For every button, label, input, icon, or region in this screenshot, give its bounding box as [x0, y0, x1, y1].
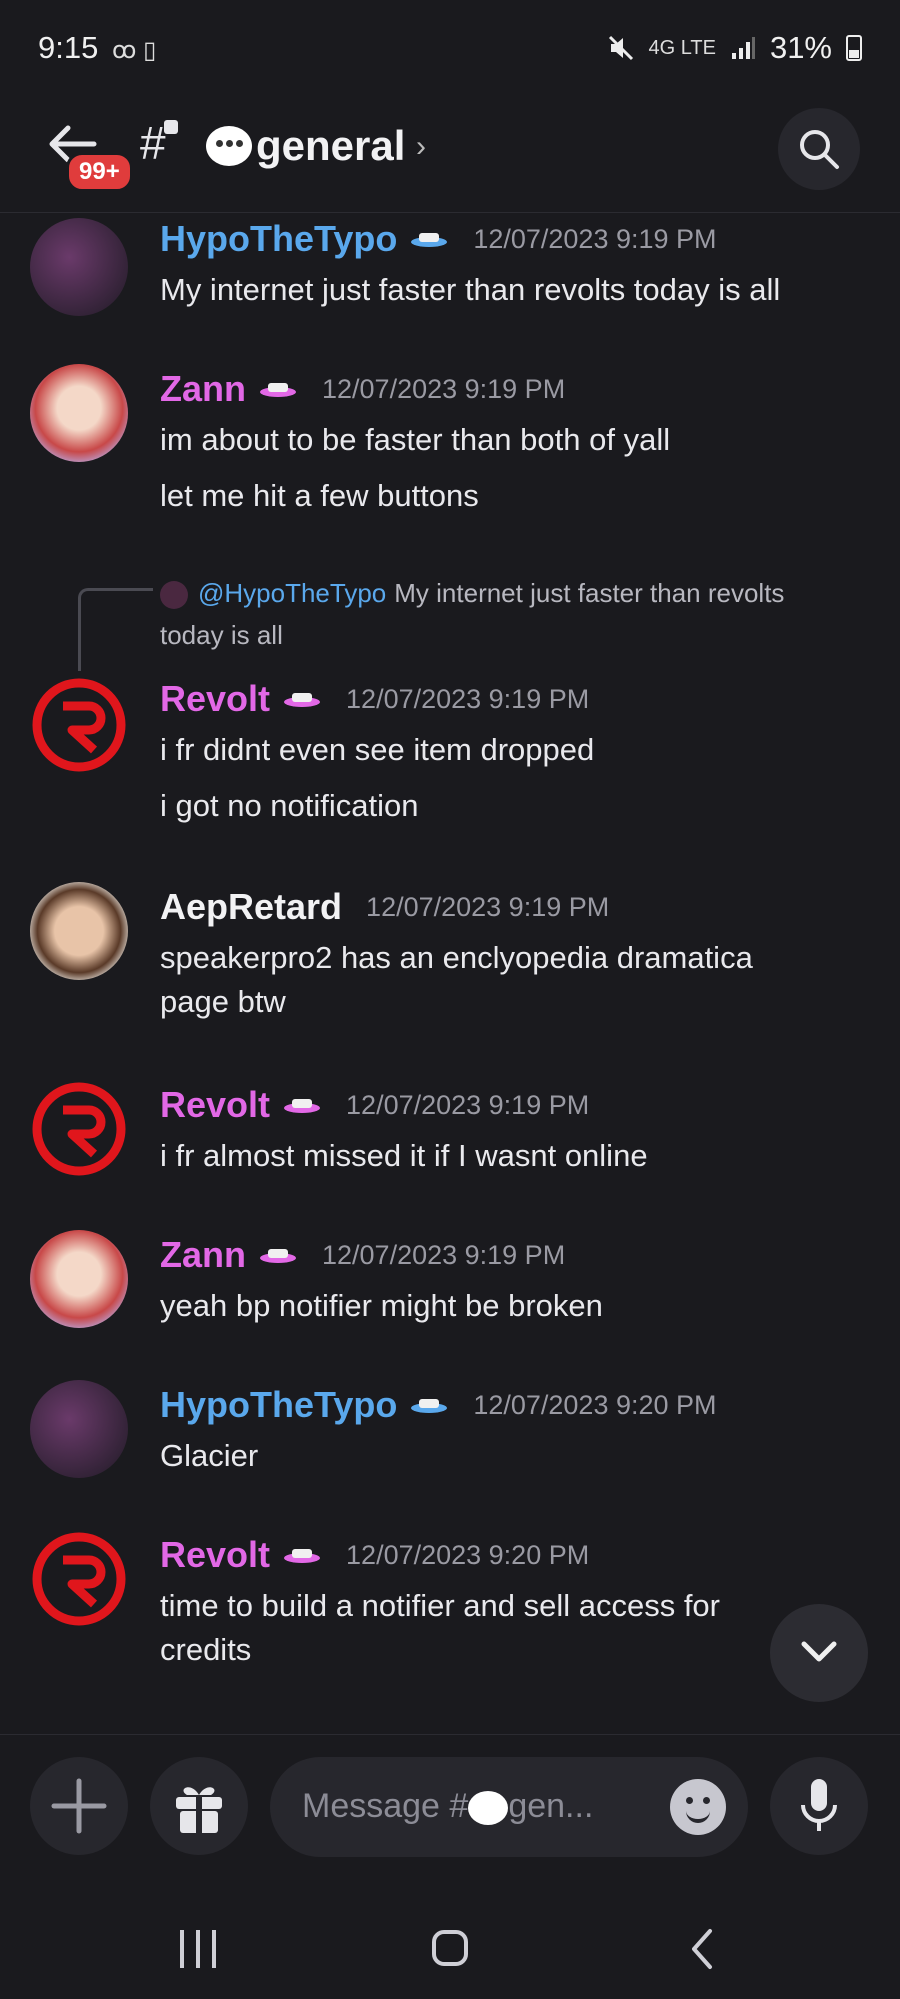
timestamp: 12/07/2023 9:19 PM	[473, 223, 717, 254]
timestamp: 12/07/2023 9:19 PM	[322, 373, 566, 404]
nitro-hat-icon	[284, 693, 321, 707]
username[interactable]: AepRetard	[160, 886, 342, 928]
status-bar: 9:15 ꝏ ▯ 4G LTE 31%	[0, 0, 900, 100]
avatar-revolt[interactable]	[30, 1080, 128, 1178]
reply-connector	[78, 588, 153, 671]
gift-icon	[176, 1787, 222, 1835]
system-back-icon[interactable]	[690, 1928, 714, 1970]
message-text: yeah bp notifier might be broken	[160, 1288, 603, 1323]
avatar-zann[interactable]	[30, 364, 128, 462]
reply-mention[interactable]: @HypoTheTypo	[198, 578, 386, 608]
timestamp: 12/07/2023 9:19 PM	[366, 891, 610, 922]
voice-message-button[interactable]	[770, 1757, 868, 1855]
timestamp: 12/07/2023 9:20 PM	[473, 1389, 717, 1420]
status-time: 9:15	[38, 30, 99, 65]
avatar-aepretard[interactable]	[30, 882, 128, 980]
channel-title[interactable]: general	[256, 122, 405, 170]
message-text: Glacier	[160, 1438, 259, 1473]
speech-bubble-icon	[468, 1791, 509, 1826]
timestamp: 12/07/2023 9:19 PM	[322, 1239, 566, 1270]
message-text: i fr almost missed it if I wasnt online	[160, 1138, 648, 1173]
unread-badge: 99+	[66, 152, 133, 192]
chevron-down-icon	[801, 1641, 837, 1662]
add-attachment-button[interactable]	[30, 1757, 128, 1855]
message-text: im about to be faster than both of yall	[160, 422, 671, 457]
mute-icon	[608, 35, 633, 61]
channel-hash-icon: #	[140, 117, 166, 169]
message-text: My internet just faster than revolts tod…	[160, 272, 781, 307]
message-text: i got no notification	[160, 788, 419, 823]
nitro-hat-icon	[260, 383, 296, 397]
battery-percent: 31%	[769, 30, 832, 65]
status-right: 4G LTE 31%	[607, 30, 862, 66]
message-text: time to build a notifier and sell access…	[160, 1588, 720, 1667]
message-text: i fr didnt even see item dropped	[160, 732, 595, 767]
channel-header: 99+ # general ›	[0, 100, 900, 213]
jump-to-bottom-button[interactable]	[770, 1604, 868, 1702]
avatar-revolt[interactable]	[30, 1530, 128, 1628]
timestamp: 12/07/2023 9:19 PM	[346, 683, 590, 714]
username[interactable]: Revolt	[160, 1534, 270, 1576]
home-icon[interactable]	[432, 1930, 468, 1966]
username[interactable]: Revolt	[160, 678, 270, 720]
voicemail-icon: ꝏ ▯	[112, 37, 157, 64]
username[interactable]: HypoTheTypo	[160, 218, 397, 260]
username[interactable]: HypoTheTypo	[160, 1384, 397, 1426]
signal-icon	[731, 37, 755, 59]
nitro-hat-icon	[411, 1399, 448, 1413]
plus-icon	[51, 1778, 107, 1834]
avatar-revolt[interactable]	[30, 676, 128, 774]
nitro-hat-icon	[260, 1249, 296, 1263]
battery-icon	[846, 35, 862, 61]
nitro-hat-icon	[284, 1099, 321, 1113]
message-input[interactable]: Message # gen...	[270, 1757, 748, 1857]
speech-bubble-icon	[206, 126, 252, 166]
chevron-right-icon[interactable]: ›	[416, 130, 426, 164]
network-label: 4G LTE	[648, 36, 716, 59]
recent-apps-icon[interactable]	[180, 1930, 216, 1968]
message-text: let me hit a few buttons	[160, 478, 479, 513]
timestamp: 12/07/2023 9:19 PM	[346, 1089, 590, 1120]
system-navigation-bar	[0, 1900, 900, 1999]
message-list[interactable]: HypoTheTypo 12/07/2023 9:19 PM My intern…	[0, 214, 900, 1734]
message-placeholder: Message # gen...	[302, 1787, 594, 1826]
username[interactable]: Zann	[160, 1234, 246, 1276]
avatar-hypothetypo[interactable]	[30, 1380, 128, 1478]
gift-button[interactable]	[150, 1757, 248, 1855]
microphone-icon	[801, 1779, 837, 1831]
lock-icon	[164, 120, 178, 134]
search-icon	[800, 130, 839, 169]
timestamp: 12/07/2023 9:20 PM	[346, 1539, 590, 1570]
nitro-hat-icon	[411, 233, 448, 247]
avatar-hypothetypo[interactable]	[30, 218, 128, 316]
message-text: speakerpro2 has an enclyopedia dramatica…	[160, 940, 753, 1019]
username[interactable]: Zann	[160, 368, 246, 410]
reply-preview[interactable]: @HypoTheTypo My internet just faster than…	[160, 572, 840, 656]
message-composer: Message # gen...	[0, 1734, 900, 1885]
avatar-zann[interactable]	[30, 1230, 128, 1328]
nitro-hat-icon	[284, 1549, 321, 1563]
username[interactable]: Revolt	[160, 1084, 270, 1126]
search-button[interactable]	[778, 108, 860, 190]
emoji-icon[interactable]	[670, 1779, 726, 1835]
reply-avatar	[160, 581, 188, 610]
